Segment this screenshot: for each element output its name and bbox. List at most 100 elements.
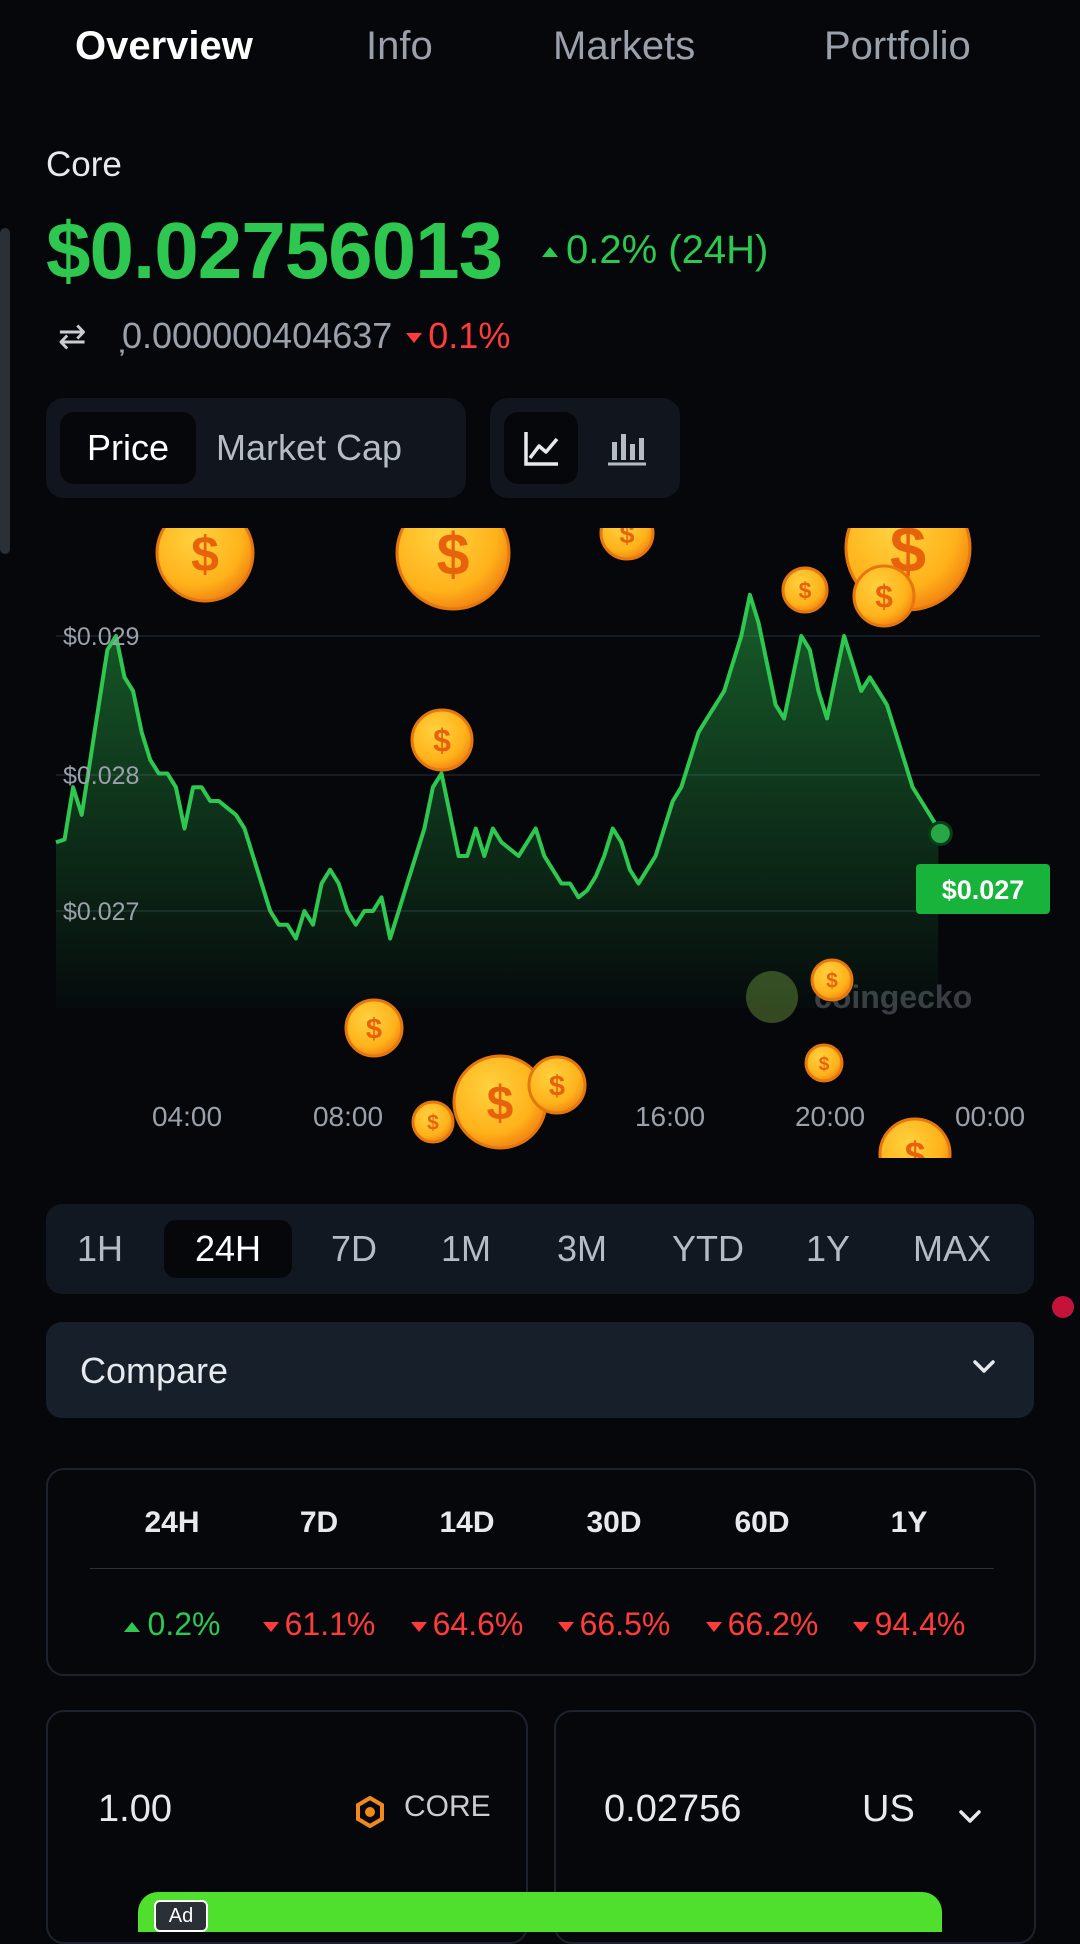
perf-value-1y: 94.4% <box>835 1606 983 1643</box>
perf-header-1y: 1Y <box>890 1506 928 1539</box>
dollar-coin-icon: $ <box>344 998 404 1058</box>
range-24h[interactable]: 24H <box>164 1220 292 1278</box>
perf-value-14d-text: 64.6% <box>432 1606 524 1642</box>
btc-change: 0.1% <box>406 315 510 356</box>
ad-banner[interactable]: Ad <box>138 1892 942 1932</box>
svg-text:$: $ <box>366 1014 382 1046</box>
perf-header-14d: 14D <box>439 1506 495 1539</box>
dollar-coin-icon: $ <box>599 528 655 561</box>
price-change-value: 0.2% (24H) <box>566 228 769 272</box>
core-coin-icon <box>356 1796 384 1828</box>
range-1m[interactable]: 1M <box>416 1220 516 1278</box>
line-chart-button[interactable] <box>504 412 578 484</box>
coingecko-watermark: coingecko <box>746 971 972 1023</box>
svg-text:$: $ <box>875 578 893 614</box>
up-arrow-icon <box>542 247 558 258</box>
swap-icon[interactable]: ⇄ <box>58 317 98 357</box>
btc-price: ̦0.000000404637 <box>122 315 393 356</box>
svg-text:$: $ <box>487 1077 514 1130</box>
performance-header-row: 24H 7D 14D 30D 60D 1Y <box>48 1506 1034 1546</box>
perf-value-7d-text: 61.1% <box>284 1606 376 1642</box>
perf-value-14d: 64.6% <box>393 1606 541 1643</box>
down-arrow-icon <box>406 333 423 344</box>
svg-text:$: $ <box>619 528 634 549</box>
chart-type-toggle <box>490 398 680 498</box>
svg-text:$: $ <box>433 722 451 758</box>
svg-text:$: $ <box>549 1071 565 1103</box>
perf-value-7d: 61.1% <box>245 1606 393 1643</box>
tab-overview[interactable]: Overview <box>75 24 253 69</box>
gecko-logo-icon <box>746 971 798 1023</box>
range-3m[interactable]: 3M <box>530 1220 634 1278</box>
from-amount-input[interactable]: 1.00 <box>98 1788 172 1831</box>
market-cap-toggle-button[interactable]: Market Cap <box>216 412 402 484</box>
range-ytd[interactable]: YTD <box>648 1220 768 1278</box>
performance-table: 24H 7D 14D 30D 60D 1Y 0.2% 61.1% 64.6% 6… <box>46 1468 1036 1676</box>
y-tick-label: $0.028 <box>63 762 139 790</box>
dollar-coin-icon: $ <box>852 564 916 628</box>
compare-dropdown[interactable]: Compare <box>46 1322 1034 1418</box>
down-arrow-icon <box>852 1621 869 1632</box>
performance-value-row: 0.2% 61.1% 64.6% 66.5% 66.2% 94.4% <box>48 1606 1034 1646</box>
chevron-down-icon <box>973 1360 995 1373</box>
perf-value-1y-text: 94.4% <box>874 1606 966 1642</box>
top-tabs: Overview Info Markets Portfolio <box>0 0 1080 100</box>
svg-text:$: $ <box>191 528 219 582</box>
svg-text:$: $ <box>819 1054 830 1075</box>
down-arrow-icon <box>705 1621 722 1632</box>
time-range-selector: 1H 24H 7D 1M 3M YTD 1Y MAX <box>46 1204 1034 1294</box>
from-symbol: CORE <box>404 1790 491 1823</box>
price-change-24h: 0.2% (24H) <box>542 228 768 273</box>
down-arrow-icon <box>557 1621 574 1632</box>
to-amount-input[interactable]: 0.02756 <box>604 1788 741 1831</box>
range-1h[interactable]: 1H <box>60 1220 140 1278</box>
svg-text:$: $ <box>826 970 838 993</box>
btc-price-row: ⇄̦0.000000404637 0.1% <box>58 315 510 357</box>
line-chart-icon <box>524 432 559 466</box>
perf-value-30d: 66.5% <box>540 1606 688 1643</box>
tab-info[interactable]: Info <box>366 24 433 69</box>
btc-change-value: 0.1% <box>428 315 511 356</box>
range-7d[interactable]: 7D <box>306 1220 402 1278</box>
x-tick-label: 08:00 <box>313 1101 383 1132</box>
down-arrow-icon <box>262 1621 279 1632</box>
price-chart-svg[interactable]: $0.029$0.028$0.027 04:0008:0012:0016:002… <box>0 528 1080 1158</box>
scrollbar[interactable] <box>0 228 10 554</box>
x-tick-label: 16:00 <box>635 1101 705 1132</box>
to-currency-select[interactable]: US <box>862 1788 915 1831</box>
coin-price: $0.02756013 <box>46 206 503 295</box>
x-tick-label: 20:00 <box>795 1101 865 1132</box>
perf-value-60d: 66.2% <box>688 1606 836 1643</box>
svg-text:$: $ <box>427 1112 439 1135</box>
x-tick-label: 04:00 <box>152 1101 222 1132</box>
svg-text:$: $ <box>799 577 812 603</box>
dollar-coin-icon: $ <box>810 958 854 1002</box>
perf-header-7d: 7D <box>299 1506 339 1539</box>
divider <box>90 1568 994 1569</box>
range-1y[interactable]: 1Y <box>782 1220 874 1278</box>
perf-header-60d: 60D <box>734 1506 790 1539</box>
x-tick-label: 00:00 <box>955 1101 1025 1132</box>
perf-value-60d-text: 66.2% <box>727 1606 819 1642</box>
dollar-coin-icon: $ <box>411 1100 455 1144</box>
tab-markets[interactable]: Markets <box>553 24 695 69</box>
perf-value-24h-text: 0.2% <box>147 1606 221 1642</box>
dollar-coin-icon: $ <box>781 566 829 614</box>
notification-dot <box>1052 1296 1074 1318</box>
tab-portfolio[interactable]: Portfolio <box>824 24 971 69</box>
down-arrow-icon <box>410 1621 427 1632</box>
perf-header-24h: 24H <box>144 1506 200 1539</box>
y-tick-label: $0.027 <box>63 898 139 926</box>
current-price-label-text: $0.027 <box>942 875 1025 905</box>
price-mcap-toggle: Price Market Cap <box>46 398 466 498</box>
price-toggle-button[interactable]: Price <box>60 412 196 484</box>
dollar-coin-icon: $ <box>804 1043 844 1083</box>
up-arrow-icon <box>123 1621 140 1632</box>
price-chart[interactable]: $0.029$0.028$0.027 04:0008:0012:0016:002… <box>0 528 1080 1158</box>
perf-value-30d-text: 66.5% <box>579 1606 671 1642</box>
candlestick-chart-button[interactable] <box>590 412 664 484</box>
range-max[interactable]: MAX <box>888 1220 1016 1278</box>
perf-value-24h: 0.2% <box>98 1606 246 1643</box>
svg-text:$: $ <box>905 1134 926 1158</box>
coin-name: Core <box>46 145 122 184</box>
